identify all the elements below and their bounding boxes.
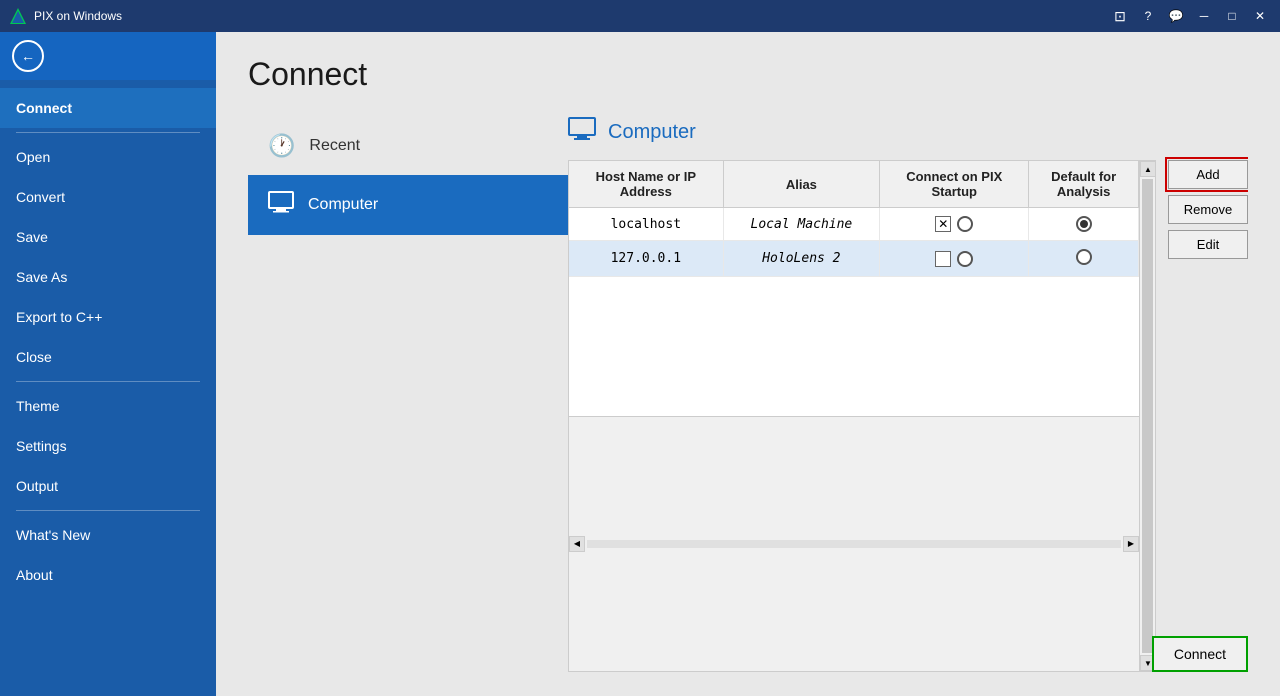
left-panel: 🕐 Recent Computer: [248, 117, 568, 672]
radio-default-1[interactable]: [1076, 216, 1092, 232]
title-bar-title: PIX on Windows: [34, 9, 1108, 23]
sidebar-item-open[interactable]: Open: [0, 137, 216, 177]
sidebar-item-whats-new[interactable]: What's New: [0, 515, 216, 555]
radio-default-2[interactable]: [1076, 249, 1092, 265]
computer-icon: [268, 191, 294, 219]
sidebar-label-whats-new: What's New: [16, 527, 90, 543]
sidebar-label-about: About: [16, 567, 53, 583]
panel-computer-icon: [568, 117, 596, 148]
connect-button[interactable]: Connect: [1152, 636, 1248, 672]
sidebar-label-save-as: Save As: [16, 269, 67, 285]
remove-button[interactable]: Remove: [1168, 195, 1248, 224]
edit-button[interactable]: Edit: [1168, 230, 1248, 259]
window-controls: ⊡ ? 💬 ─ □ ✕: [1108, 4, 1272, 28]
action-buttons: Add Remove Edit Connect: [1168, 160, 1248, 672]
h-scroll-right[interactable]: ▶: [1123, 536, 1139, 552]
table-main: Host Name or IPAddress Alias Connect on …: [569, 161, 1139, 671]
sidebar-item-close[interactable]: Close: [0, 337, 216, 377]
nav-label-recent: Recent: [309, 137, 360, 155]
sidebar-label-close: Close: [16, 349, 52, 365]
sidebar-label-output: Output: [16, 478, 58, 494]
toolbar-icon-1[interactable]: ⊡: [1108, 4, 1132, 28]
sidebar-label-connect: Connect: [16, 100, 72, 116]
sidebar-item-settings[interactable]: Settings: [0, 426, 216, 466]
radio-startup-2[interactable]: [957, 251, 973, 267]
sidebar: ← Connect Open Convert Save Save As Expo…: [0, 32, 216, 696]
v-scrollbar[interactable]: ▲ ▼: [1139, 161, 1155, 671]
cell-alias-1: Local Machine: [723, 208, 879, 241]
table-container: Host Name or IPAddress Alias Connect on …: [568, 160, 1248, 672]
col-host: Host Name or IPAddress: [569, 161, 723, 208]
cell-connect-1[interactable]: ✕: [880, 208, 1029, 241]
sidebar-item-save-as[interactable]: Save As: [0, 257, 216, 297]
sidebar-item-about[interactable]: About: [0, 555, 216, 595]
sidebar-label-save: Save: [16, 229, 48, 245]
checkbox-connect-1[interactable]: ✕: [935, 216, 951, 232]
sidebar-item-save[interactable]: Save: [0, 217, 216, 257]
sidebar-item-convert[interactable]: Convert: [0, 177, 216, 217]
sidebar-header: ←: [0, 32, 216, 80]
nav-label-computer: Computer: [308, 196, 378, 214]
sidebar-item-output[interactable]: Output: [0, 466, 216, 506]
restore-button[interactable]: □: [1220, 4, 1244, 28]
cell-host-1: localhost: [569, 208, 723, 241]
title-bar: PIX on Windows ⊡ ? 💬 ─ □ ✕: [0, 0, 1280, 32]
back-button[interactable]: ←: [12, 40, 44, 72]
panel-header: Computer: [568, 117, 1248, 148]
cell-default-1[interactable]: [1029, 208, 1139, 241]
table-scroll[interactable]: Host Name or IPAddress Alias Connect on …: [569, 161, 1139, 416]
nav-item-computer[interactable]: Computer: [248, 175, 568, 235]
close-button[interactable]: ✕: [1248, 4, 1272, 28]
h-scroll-left[interactable]: ◀: [569, 536, 585, 552]
checkbox-connect-2[interactable]: [935, 251, 951, 267]
sidebar-divider-2: [16, 381, 200, 382]
table-row[interactable]: 127.0.0.1 HoloLens 2: [569, 241, 1139, 277]
cell-default-2[interactable]: [1029, 241, 1139, 277]
sidebar-item-connect[interactable]: Connect: [0, 88, 216, 128]
sidebar-label-open: Open: [16, 149, 50, 165]
main-content: Connect 🕐 Recent Computer: [216, 32, 1280, 696]
app-body: ← Connect Open Convert Save Save As Expo…: [0, 32, 1280, 696]
chat-icon[interactable]: 💬: [1164, 4, 1188, 28]
col-connect-startup: Connect on PIXStartup: [880, 161, 1029, 208]
sidebar-divider-3: [16, 510, 200, 511]
col-default-analysis: Default forAnalysis: [1029, 161, 1139, 208]
sidebar-item-export-cpp[interactable]: Export to C++: [0, 297, 216, 337]
radio-startup-1[interactable]: [957, 216, 973, 232]
nav-item-recent[interactable]: 🕐 Recent: [248, 117, 568, 175]
cell-host-2: 127.0.0.1: [569, 241, 723, 277]
cell-alias-2: HoloLens 2: [723, 241, 879, 277]
cell-connect-2[interactable]: [880, 241, 1029, 277]
add-button[interactable]: Add: [1168, 160, 1248, 189]
minimize-button[interactable]: ─: [1192, 4, 1216, 28]
sidebar-label-export-cpp: Export to C++: [16, 309, 102, 325]
sidebar-item-theme[interactable]: Theme: [0, 386, 216, 426]
sidebar-label-settings: Settings: [16, 438, 67, 454]
sidebar-label-theme: Theme: [16, 398, 60, 414]
sidebar-divider-1: [16, 132, 200, 133]
sidebar-label-convert: Convert: [16, 189, 65, 205]
computer-table: Host Name or IPAddress Alias Connect on …: [569, 161, 1139, 277]
help-icon[interactable]: ?: [1136, 4, 1160, 28]
h-scrollbar[interactable]: ◀ ▶: [569, 416, 1139, 672]
v-scroll-up[interactable]: ▲: [1140, 161, 1155, 177]
col-alias: Alias: [723, 161, 879, 208]
sidebar-nav: Connect Open Convert Save Save As Export…: [0, 80, 216, 603]
page-title: Connect: [248, 56, 1248, 93]
panel-title: Computer: [608, 121, 696, 144]
content-row: 🕐 Recent Computer: [248, 117, 1248, 672]
app-icon: [8, 6, 28, 26]
right-panel: Computer Host Name or IPAdd: [568, 117, 1248, 672]
table-row[interactable]: localhost Local Machine ✕: [569, 208, 1139, 241]
clock-icon: 🕐: [268, 133, 295, 159]
table-wrapper: Host Name or IPAddress Alias Connect on …: [568, 160, 1156, 672]
